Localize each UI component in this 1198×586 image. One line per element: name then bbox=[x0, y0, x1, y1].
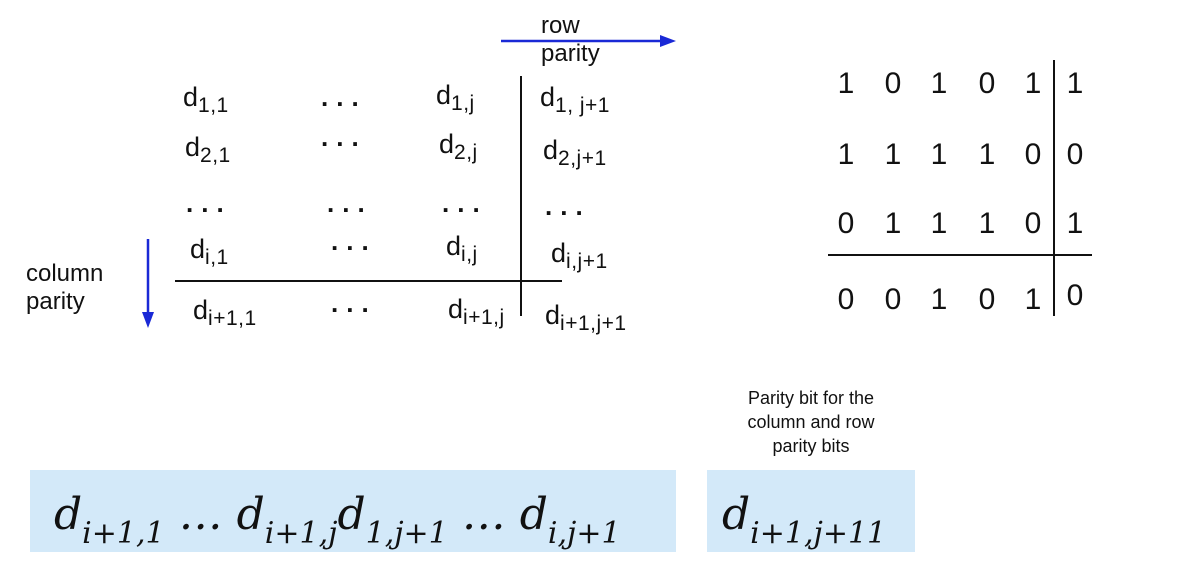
matrix-ellipsis: ... bbox=[186, 188, 232, 218]
matrix-subscript: i+1,j+1 bbox=[560, 312, 627, 335]
matrix-symbol: d bbox=[543, 135, 559, 165]
matrix-subscript: 2,j bbox=[454, 141, 478, 164]
matrix-entry: di+1,j bbox=[448, 294, 505, 329]
sequence-symbol: d bbox=[236, 489, 265, 540]
matrix-subscript: i,j+1 bbox=[566, 250, 608, 273]
matrix-symbol: d bbox=[439, 129, 455, 159]
example-bit: 1 bbox=[884, 138, 902, 171]
matrix-subscript: 1,1 bbox=[198, 94, 229, 117]
final-parity-symbol: di+1,j+11 bbox=[722, 493, 886, 549]
parity-caption-line3: parity bits bbox=[772, 436, 850, 456]
example-parity-bit: 0 bbox=[1066, 279, 1084, 312]
matrix-symbol: d bbox=[545, 300, 561, 330]
matrix-entry: d1, j+1 bbox=[540, 82, 610, 117]
matrix-entry: d2,j bbox=[439, 129, 478, 164]
example-parity-bit: 1 bbox=[1066, 67, 1084, 100]
example-bit: 0 bbox=[978, 67, 996, 100]
row-parity-arrow-icon bbox=[501, 35, 676, 47]
matrix-subscript: 1,j bbox=[451, 92, 475, 115]
matrix-subscript: 2,j+1 bbox=[558, 147, 607, 170]
example-bit: 1 bbox=[930, 138, 948, 171]
matrix-ellipsis: ... bbox=[331, 288, 377, 318]
matrix-ellipsis: ... bbox=[331, 226, 377, 256]
matrix-ellipsis: ... bbox=[321, 82, 367, 112]
example-bit: 0 bbox=[978, 283, 996, 316]
final-subscript: i+1,j+11 bbox=[750, 516, 887, 551]
sequence-subscript: i+1,j bbox=[264, 516, 338, 551]
matrix-subscript: 1, j+1 bbox=[555, 94, 610, 117]
matrix-entry: d1,j bbox=[436, 80, 475, 115]
example-vertical-separator bbox=[1053, 60, 1055, 316]
sequence-subscript: i,j+1 bbox=[547, 516, 621, 551]
example-bit: 0 bbox=[837, 283, 855, 316]
sequence-ellipsis: … bbox=[447, 489, 520, 540]
matrix-symbol: d bbox=[540, 82, 556, 112]
matrix-ellipsis: ... bbox=[327, 188, 373, 218]
example-bit: 0 bbox=[884, 67, 902, 100]
matrix-symbol: d bbox=[446, 231, 462, 261]
parity-caption-line1: Parity bit for the bbox=[747, 388, 875, 408]
matrix-symbol: d bbox=[193, 295, 209, 325]
matrix-entry: di+1,1 bbox=[193, 295, 257, 330]
example-bit: 0 bbox=[1024, 138, 1042, 171]
example-bit: 1 bbox=[837, 67, 855, 100]
example-bit: 1 bbox=[1024, 283, 1042, 316]
sequence-ellipsis: … bbox=[164, 489, 237, 540]
example-bit: 1 bbox=[837, 138, 855, 171]
matrix-ellipsis: ... bbox=[321, 122, 367, 152]
matrix-ellipsis: ... bbox=[545, 191, 591, 221]
example-bit: 1 bbox=[978, 138, 996, 171]
matrix-entry: d1,1 bbox=[183, 82, 229, 117]
example-bit: 0 bbox=[1024, 207, 1042, 240]
sequence-subscript: i+1,1 bbox=[82, 516, 165, 551]
example-horizontal-separator bbox=[828, 254, 1092, 256]
example-bit: 1 bbox=[930, 283, 948, 316]
final-symbol: d bbox=[722, 489, 751, 540]
column-parity-label-line1: column bbox=[26, 260, 104, 287]
sequence-symbol: d bbox=[337, 489, 366, 540]
matrix-ellipsis: ... bbox=[442, 188, 488, 218]
example-bit: 1 bbox=[930, 67, 948, 100]
matrix-entry: di,j+1 bbox=[551, 238, 608, 273]
example-parity-bit: 0 bbox=[1066, 138, 1084, 171]
example-bit: 0 bbox=[837, 207, 855, 240]
matrix-subscript: i,j bbox=[461, 243, 478, 266]
matrix-entry: d2,1 bbox=[185, 132, 231, 167]
matrix-symbol: d bbox=[190, 234, 206, 264]
example-bit: 0 bbox=[884, 283, 902, 316]
matrix-entry: di,j bbox=[446, 231, 478, 266]
matrix-symbol: d bbox=[448, 294, 464, 324]
example-parity-bit: 1 bbox=[1066, 207, 1084, 240]
matrix-horizontal-separator bbox=[175, 280, 562, 282]
parity-sequence: di+1,1 … di+1,jd1,j+1 … di,j+1 bbox=[54, 493, 621, 549]
example-bit: 1 bbox=[978, 207, 996, 240]
sequence-symbol: d bbox=[54, 489, 83, 540]
matrix-symbol: d bbox=[436, 80, 452, 110]
sequence-subscript: 1,j+1 bbox=[365, 516, 448, 551]
column-parity-arrow-icon bbox=[142, 239, 154, 328]
matrix-subscript: 2,1 bbox=[200, 144, 231, 167]
matrix-subscript: i+1,j bbox=[463, 306, 505, 329]
parity-caption-line2: column and row bbox=[747, 412, 875, 432]
parity-caption: Parity bit for the column and row parity… bbox=[716, 386, 906, 458]
matrix-entry: d2,j+1 bbox=[543, 135, 607, 170]
matrix-entry: di+1,j+1 bbox=[545, 300, 627, 335]
example-bit: 1 bbox=[884, 207, 902, 240]
example-bit: 1 bbox=[930, 207, 948, 240]
matrix-symbol: d bbox=[183, 82, 199, 112]
example-bit: 1 bbox=[1024, 67, 1042, 100]
matrix-subscript: i,1 bbox=[205, 246, 229, 269]
sequence-symbol: d bbox=[519, 489, 548, 540]
matrix-entry: di,1 bbox=[190, 234, 229, 269]
matrix-subscript: i+1,1 bbox=[208, 307, 257, 330]
matrix-symbol: d bbox=[551, 238, 567, 268]
column-parity-label-line2: parity bbox=[26, 288, 85, 315]
matrix-symbol: d bbox=[185, 132, 201, 162]
column-parity-label: column parity bbox=[26, 260, 103, 316]
